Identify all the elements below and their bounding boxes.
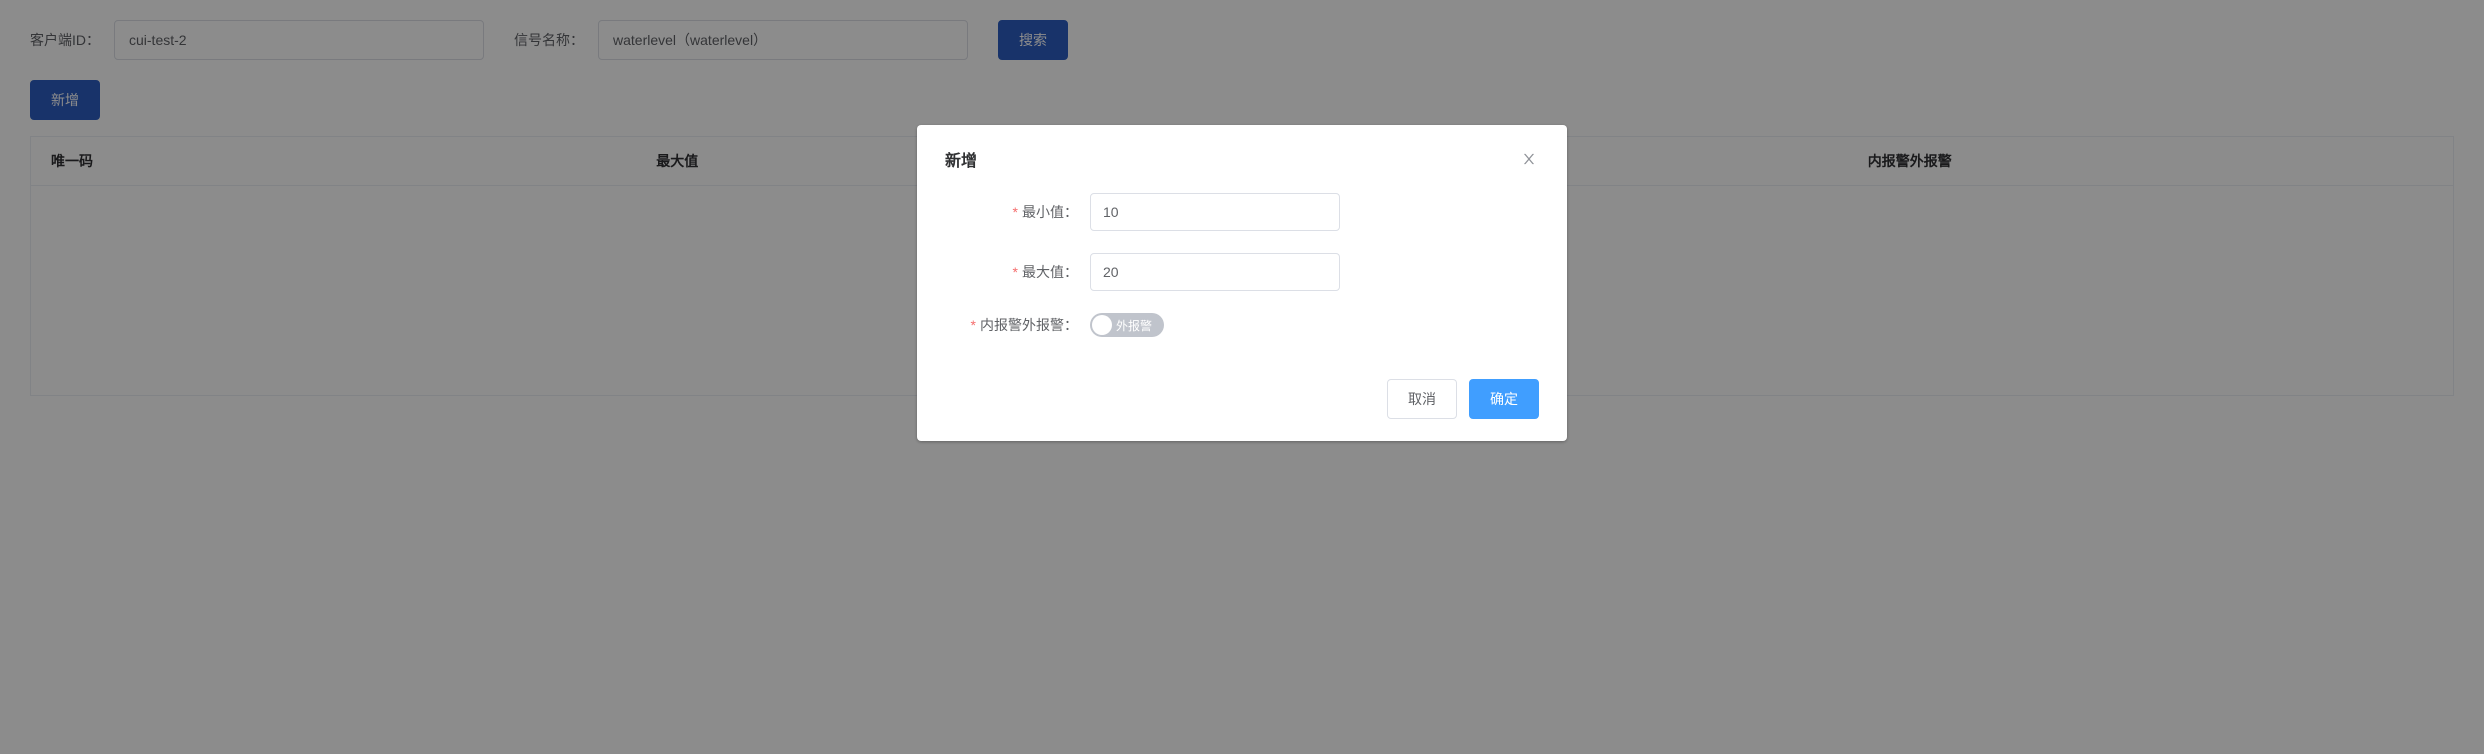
alarm-switch[interactable]: 外报警 bbox=[1090, 313, 1164, 337]
min-value-row: 最小值： bbox=[945, 193, 1539, 231]
max-value-input[interactable] bbox=[1090, 253, 1340, 291]
add-dialog: 新增 最小值： 最大值： 内报警外报警： 外报警 取消 bbox=[917, 125, 1567, 441]
dialog-footer: 取消 确定 bbox=[945, 379, 1539, 419]
dialog-body: 最小值： 最大值： 内报警外报警： 外报警 bbox=[945, 193, 1539, 369]
min-value-input[interactable] bbox=[1090, 193, 1340, 231]
min-value-label: 最小值： bbox=[945, 202, 1090, 222]
switch-knob bbox=[1092, 315, 1112, 335]
switch-text: 外报警 bbox=[1116, 317, 1152, 334]
dialog-title: 新增 bbox=[945, 147, 977, 171]
alarm-label: 内报警外报警： bbox=[945, 315, 1090, 335]
max-value-label: 最大值： bbox=[945, 262, 1090, 282]
modal-overlay: 新增 最小值： 最大值： 内报警外报警： 外报警 取消 bbox=[0, 0, 2484, 754]
confirm-button[interactable]: 确定 bbox=[1469, 379, 1539, 419]
max-value-row: 最大值： bbox=[945, 253, 1539, 291]
alarm-row: 内报警外报警： 外报警 bbox=[945, 313, 1539, 337]
close-icon[interactable] bbox=[1519, 149, 1539, 169]
cancel-button[interactable]: 取消 bbox=[1387, 379, 1457, 419]
dialog-header: 新增 bbox=[945, 147, 1539, 171]
